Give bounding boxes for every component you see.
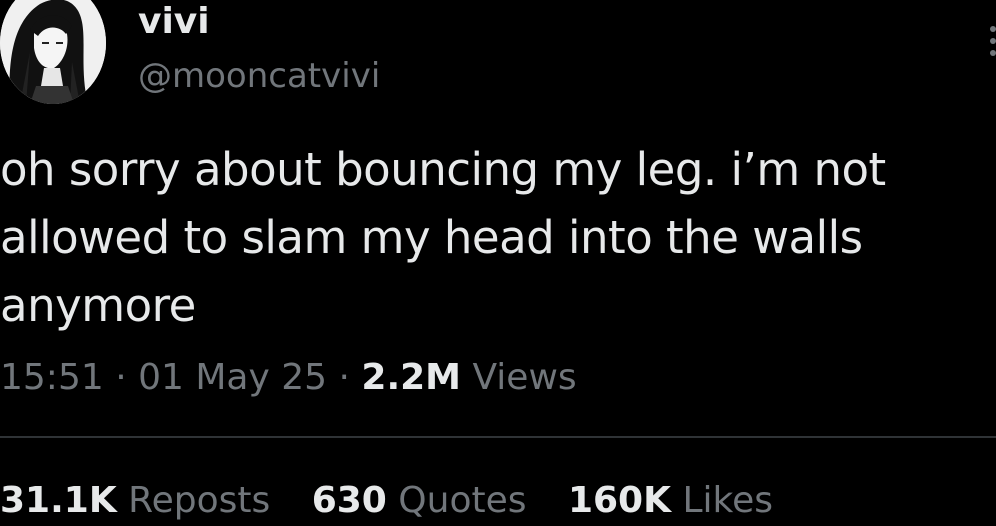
author-handle[interactable]: @mooncatvivi	[138, 54, 380, 98]
quotes-label: Quotes	[398, 480, 527, 521]
reposts-label: Reposts	[128, 480, 271, 521]
avatar-illustration-icon	[0, 0, 106, 104]
avatar[interactable]	[0, 0, 106, 104]
divider	[0, 436, 996, 438]
quotes-stat[interactable]: 630 Quotes	[312, 476, 527, 526]
tweet-text-line: oh sorry about bouncing my leg. i’m not	[0, 143, 886, 196]
tweet-text: oh sorry about bouncing my leg. i’m not …	[0, 136, 990, 340]
reposts-count: 31.1K	[0, 480, 117, 521]
reposts-stat[interactable]: 31.1K Reposts	[0, 476, 270, 526]
likes-count: 160K	[567, 480, 671, 521]
more-options-icon[interactable]	[986, 26, 996, 66]
likes-stat[interactable]: 160K Likes	[568, 476, 773, 526]
quotes-count: 630	[311, 480, 387, 521]
tweet-text-line: allowed to slam my head into the walls	[0, 211, 863, 264]
views-count[interactable]: 2.2M	[361, 357, 461, 398]
engagement-stats: 31.1K Reposts 630 Quotes 160K Likes	[0, 476, 803, 526]
meta-separator: ·	[115, 357, 127, 398]
tweet-time[interactable]: 15:51	[0, 357, 104, 398]
tweet-text-line: anymore	[0, 279, 196, 332]
meta-separator: ·	[338, 357, 350, 398]
tweet-meta: 15:51 · 01 May 25 · 2.2M Views	[0, 353, 577, 403]
tweet-date[interactable]: 01 May 25	[138, 357, 327, 398]
likes-label: Likes	[682, 480, 773, 521]
views-label: Views	[472, 357, 577, 398]
author-display-name[interactable]: vivi	[138, 0, 210, 44]
